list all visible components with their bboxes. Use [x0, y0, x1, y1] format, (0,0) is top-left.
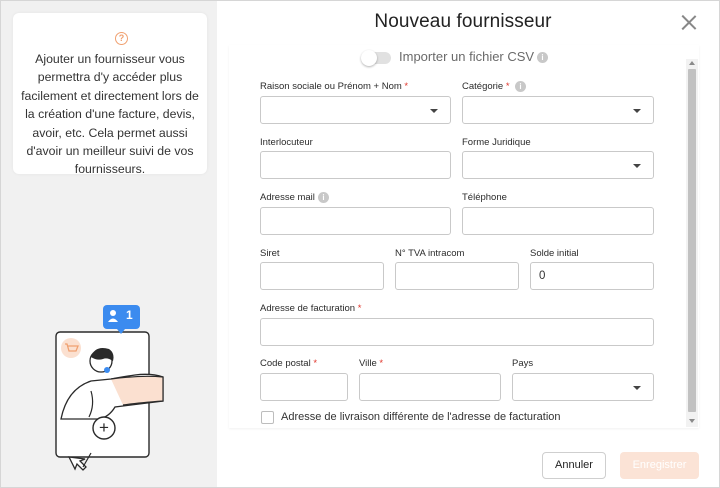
forme-juridique-label: Forme Juridique — [462, 137, 531, 148]
toggle-knob — [361, 50, 377, 66]
info-text: Ajouter un fournisseur vous permettra d'… — [21, 52, 199, 177]
cancel-button[interactable]: Annuler — [542, 452, 606, 479]
badge-count: 1 — [126, 308, 133, 322]
supplier-illustration: 1 + — [51, 299, 175, 477]
csv-info-icon[interactable]: i — [537, 52, 548, 63]
forme-juridique-select[interactable] — [462, 151, 654, 179]
telephone-input[interactable] — [462, 207, 654, 235]
solde-initial-input[interactable]: 0 — [530, 262, 654, 290]
import-csv-toggle[interactable] — [361, 50, 391, 66]
info-card: ? Ajouter un fournisseur vous permettra … — [13, 13, 207, 176]
categorie-info-icon[interactable]: i — [515, 81, 526, 92]
telephone-label: Téléphone — [462, 192, 507, 203]
chevron-down-icon — [633, 109, 641, 113]
interlocuteur-label: Interlocuteur — [260, 137, 313, 148]
adresse-facturation-input[interactable] — [260, 318, 654, 346]
scroll-up-arrow-icon[interactable] — [689, 61, 695, 65]
adresse-mail-input[interactable] — [260, 207, 451, 235]
right-panel: Nouveau fournisseur Importer un fichier … — [217, 1, 719, 487]
scrollbar[interactable] — [686, 59, 698, 427]
siret-input[interactable] — [260, 262, 384, 290]
categorie-select[interactable] — [462, 96, 654, 124]
livraison-checkbox-label[interactable]: Adresse de livraison différente de l'adr… — [281, 411, 561, 423]
chevron-down-icon — [633, 164, 641, 168]
raison-sociale-select[interactable] — [260, 96, 451, 124]
solde-initial-label: Solde initial — [530, 248, 579, 259]
plus-icon: + — [99, 418, 109, 437]
categorie-label: Catégorie * — [462, 81, 510, 92]
interlocuteur-input[interactable] — [260, 151, 451, 179]
ville-label: Ville * — [359, 358, 384, 369]
help-icon: ? — [115, 32, 128, 45]
code-postal-label: Code postal * — [260, 358, 318, 369]
siret-label: Siret — [260, 248, 280, 259]
pays-label: Pays — [512, 358, 534, 369]
chevron-down-icon — [430, 109, 438, 113]
left-panel: ? Ajouter un fournisseur vous permettra … — [1, 1, 217, 487]
tva-input[interactable] — [395, 262, 519, 290]
modal-title: Nouveau fournisseur — [374, 11, 552, 32]
livraison-checkbox[interactable] — [261, 411, 274, 424]
import-csv-label: Importer un fichier CSV — [399, 49, 535, 64]
raison-sociale-label: Raison sociale ou Prénom + Nom * — [260, 81, 409, 92]
scroll-down-arrow-icon[interactable] — [689, 419, 695, 423]
close-icon[interactable] — [679, 13, 699, 33]
adresse-mail-label: Adresse mail — [260, 192, 315, 203]
save-button[interactable]: Enregistrer — [620, 452, 699, 479]
code-postal-input[interactable] — [260, 373, 348, 401]
scrollbar-thumb[interactable] — [688, 69, 696, 412]
modal-window: ? Ajouter un fournisseur vous permettra … — [0, 0, 720, 488]
chevron-down-icon — [633, 386, 641, 390]
pays-select[interactable] — [512, 373, 654, 401]
tva-label: N° TVA intracom — [395, 248, 465, 259]
adresse-mail-info-icon[interactable]: i — [318, 192, 329, 203]
ville-input[interactable] — [359, 373, 501, 401]
adresse-facturation-label: Adresse de facturation * — [260, 303, 362, 314]
